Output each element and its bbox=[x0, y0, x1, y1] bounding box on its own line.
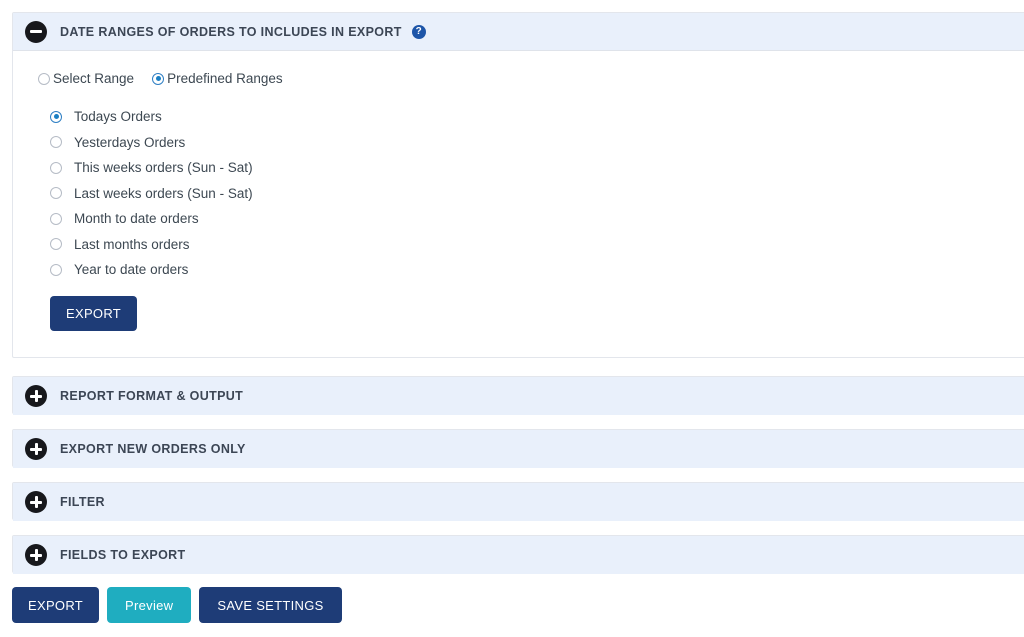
preview-button[interactable]: Preview bbox=[107, 587, 192, 623]
list-item[interactable]: Todays Orders bbox=[50, 104, 1024, 130]
panel-date-ranges: DATE RANGES OF ORDERS TO INCLUDES IN EXP… bbox=[12, 12, 1024, 358]
range-option-label: Last weeks orders (Sun - Sat) bbox=[74, 185, 253, 201]
panel-body-date-ranges: Select Range Predefined Ranges Todays Or… bbox=[13, 51, 1024, 357]
help-icon-glyph: ? bbox=[415, 25, 422, 37]
radio-select-range[interactable] bbox=[38, 72, 50, 85]
range-mode-label: Predefined Ranges bbox=[167, 71, 283, 86]
panel-fields-to-export: FIELDS TO EXPORT bbox=[12, 535, 1024, 574]
panel-header-report-format-output[interactable]: REPORT FORMAT & OUTPUT bbox=[13, 377, 1024, 415]
range-mode-select-range[interactable]: Select Range bbox=[38, 71, 134, 86]
radio-last-weeks-orders[interactable] bbox=[50, 187, 62, 200]
panel-title-report-format-output: REPORT FORMAT & OUTPUT bbox=[60, 389, 244, 403]
radio-last-months-orders[interactable] bbox=[50, 238, 62, 251]
help-icon[interactable]: ? bbox=[411, 24, 426, 39]
panel-title-date-ranges: DATE RANGES OF ORDERS TO INCLUDES IN EXP… bbox=[60, 24, 402, 39]
panel-header-fields-to-export[interactable]: FIELDS TO EXPORT bbox=[13, 536, 1024, 574]
range-option-label: Todays Orders bbox=[74, 109, 162, 125]
plus-circle-icon[interactable] bbox=[25, 544, 47, 566]
range-mode-predefined-ranges[interactable]: Predefined Ranges bbox=[152, 71, 283, 86]
save-settings-button[interactable]: SAVE SETTINGS bbox=[199, 587, 342, 623]
list-item[interactable]: Last months orders bbox=[50, 232, 1024, 258]
range-option-label: Last months orders bbox=[74, 236, 190, 252]
panel-header-date-ranges[interactable]: DATE RANGES OF ORDERS TO INCLUDES IN EXP… bbox=[13, 13, 1024, 51]
export-button-section[interactable]: EXPORT bbox=[50, 295, 138, 331]
plus-circle-icon[interactable] bbox=[25, 385, 47, 407]
export-settings-page: DATE RANGES OF ORDERS TO INCLUDES IN EXP… bbox=[0, 0, 1024, 637]
panel-report-format-output: REPORT FORMAT & OUTPUT bbox=[12, 376, 1024, 415]
panel-title-fields-to-export: FIELDS TO EXPORT bbox=[60, 548, 186, 562]
panel-header-filter[interactable]: FILTER bbox=[13, 483, 1024, 521]
list-item[interactable]: Year to date orders bbox=[50, 257, 1024, 283]
panel-export-new-orders-only: EXPORT NEW ORDERS ONLY bbox=[12, 429, 1024, 468]
panel-title-filter: FILTER bbox=[60, 495, 105, 509]
range-option-label: Month to date orders bbox=[74, 211, 199, 227]
plus-circle-icon[interactable] bbox=[25, 491, 47, 513]
radio-predefined-ranges[interactable] bbox=[152, 72, 165, 85]
footer-action-bar: EXPORT Preview SAVE SETTINGS bbox=[12, 587, 350, 623]
plus-circle-icon[interactable] bbox=[25, 438, 47, 460]
range-mode-group: Select Range Predefined Ranges bbox=[13, 71, 1024, 86]
list-item[interactable]: Month to date orders bbox=[50, 206, 1024, 232]
range-option-label: This weeks orders (Sun - Sat) bbox=[74, 160, 253, 176]
radio-month-to-date-orders[interactable] bbox=[50, 212, 62, 225]
list-item[interactable]: Last weeks orders (Sun - Sat) bbox=[50, 181, 1024, 207]
panel-header-export-new-orders-only[interactable]: EXPORT NEW ORDERS ONLY bbox=[13, 430, 1024, 468]
panel-filter: FILTER bbox=[12, 482, 1024, 521]
minus-circle-icon[interactable] bbox=[25, 20, 47, 43]
range-option-label: Year to date orders bbox=[74, 262, 189, 278]
radio-this-weeks-orders[interactable] bbox=[50, 161, 62, 174]
radio-yesterdays-orders[interactable] bbox=[50, 136, 62, 149]
export-button[interactable]: EXPORT bbox=[12, 587, 100, 623]
list-item[interactable]: Yesterdays Orders bbox=[50, 130, 1024, 156]
predefined-range-list: Todays Orders Yesterdays Orders This wee… bbox=[13, 104, 1024, 283]
panel-title-export-new-orders-only: EXPORT NEW ORDERS ONLY bbox=[60, 442, 246, 456]
list-item[interactable]: This weeks orders (Sun - Sat) bbox=[50, 155, 1024, 181]
range-option-label: Yesterdays Orders bbox=[74, 134, 186, 150]
radio-year-to-date-orders[interactable] bbox=[50, 263, 62, 276]
range-mode-label: Select Range bbox=[53, 71, 135, 86]
radio-todays-orders[interactable] bbox=[50, 110, 62, 123]
